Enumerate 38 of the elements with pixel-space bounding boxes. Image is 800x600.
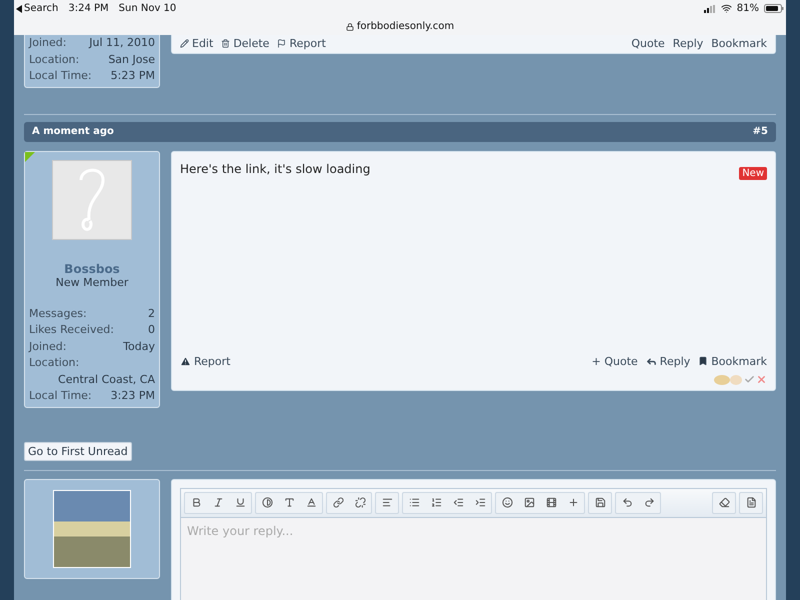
post-action-link[interactable]: Report [277,37,326,50]
stat-value: San Jose [108,52,155,68]
stat-label: Location: [29,52,80,68]
stat-label: Likes Received: [29,322,114,338]
first-unread-button[interactable]: Go to First Unread [24,442,132,460]
new-label: New [739,166,767,180]
clock-text: 3:24 PM [68,3,109,14]
stat-label: Messages: [29,306,87,322]
battery-text: 81% [736,3,759,14]
user-title: New Member [56,276,128,288]
post-action-link[interactable]: Bookmark [711,37,767,50]
stat-label: Joined: [29,35,66,51]
stat-value: Central Coast, CA [57,372,155,388]
stat-label: Local Time: [29,68,92,84]
reply-input[interactable]: Write your reply... [180,518,767,600]
post-number-link[interactable]: #5 [752,126,768,137]
address-text[interactable]: forbbodiesonly.com [346,21,454,32]
stat-value: Jul 11, 2010 [89,35,155,51]
quote-link[interactable]: + Quote [592,354,638,368]
stat-value: 2 [148,306,155,322]
stat-label: Joined: [29,338,66,354]
post-time: A moment ago [32,126,114,137]
reply-link[interactable]: Reply [646,354,690,368]
post-action-link[interactable]: Edit [180,37,214,50]
post-text: Here's the link, it's slow loading [180,162,370,176]
stat-value: 3:23 PM [110,388,155,404]
back-link[interactable]: Search [16,3,58,14]
stat-label: Local Time: [29,388,92,404]
bookmark-link[interactable]: Bookmark [698,354,767,368]
stat-value: 0 [148,322,155,338]
post-action-link[interactable]: Delete [221,37,270,50]
stat-value: 5:23 PM [110,68,155,84]
stat-label: Location: [29,355,80,371]
post-action-link[interactable]: Reply [672,37,704,50]
stat-value: Today [123,338,155,354]
post-action-link[interactable]: Quote [631,37,665,50]
date-text: Sun Nov 10 [118,3,176,14]
report-link[interactable]: Report [180,354,230,368]
